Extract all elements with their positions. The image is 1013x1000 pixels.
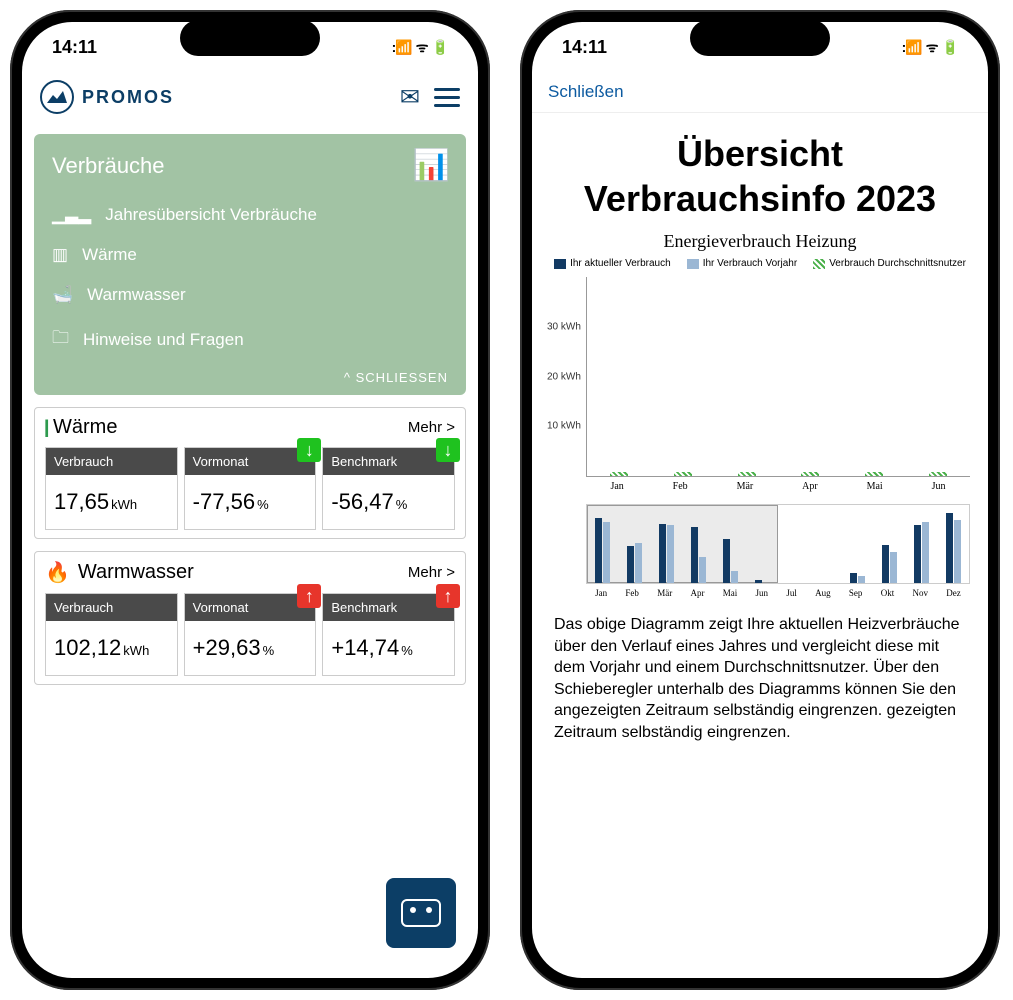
- warmwasser-title: Warmwasser: [78, 561, 194, 584]
- mail-icon[interactable]: ✉: [400, 83, 420, 112]
- nav-label: Warmwasser: [87, 285, 186, 305]
- nav-label: Jahresübersicht Verbräuche: [105, 205, 317, 225]
- status-icons: :📶 ᯤ 🔋: [902, 38, 958, 57]
- radiator-icon: ▥: [52, 245, 68, 265]
- notch: [180, 20, 320, 56]
- stat-label: Vormonat: [185, 594, 316, 621]
- page-title: Übersicht Verbrauchsinfo 2023: [532, 113, 988, 231]
- bot-icon: [401, 899, 441, 927]
- chart-description: Das obige Diagramm zeigt Ihre aktuellen …: [532, 598, 988, 760]
- screen-right: 14:11 :📶 ᯤ 🔋 Schließen Übersicht Verbrau…: [532, 22, 988, 978]
- brand-text: PROMOS: [82, 87, 174, 108]
- screen-left: 14:11 :📶 ᯤ 🔋 PROMOS ✉ Verbräuc: [22, 22, 478, 978]
- battery-icon: 🔋: [942, 39, 958, 56]
- stat-value: +14,74%: [323, 621, 454, 675]
- arrow-up-icon: ↑: [436, 584, 460, 608]
- legend-current: Ihr aktueller Verbrauch: [570, 258, 671, 269]
- stat-label: Benchmark: [323, 594, 454, 621]
- flame-icon: 🔥: [45, 560, 70, 585]
- arrow-down-icon: ↓: [297, 438, 321, 462]
- brand[interactable]: PROMOS: [40, 80, 174, 114]
- notch: [690, 20, 830, 56]
- battery-icon: 🔋: [432, 39, 448, 56]
- status-icons: :📶 ᯤ 🔋: [392, 38, 448, 57]
- close-button[interactable]: Schließen: [532, 72, 988, 113]
- app-header: PROMOS ✉: [22, 72, 478, 122]
- stat-value: 17,65kWh: [46, 475, 177, 529]
- consumption-card: Verbräuche 📊 ▁▃▂ Jahresübersicht Verbräu…: [34, 134, 466, 395]
- close-card-button[interactable]: ^ SCHLIESSEN: [52, 364, 448, 385]
- signal-icon: :📶: [392, 39, 412, 56]
- warmwasser-card: 🔥 Warmwasser Mehr > Verbrauch 102,12kWhV…: [34, 551, 466, 685]
- stat-label: Verbrauch: [46, 448, 177, 475]
- stat-label: Verbrauch: [46, 594, 177, 621]
- legend-prev: Ihr Verbrauch Vorjahr: [703, 258, 798, 269]
- menu-icon[interactable]: [434, 88, 460, 107]
- wifi-icon: ᯤ: [416, 38, 428, 57]
- stat-box: Verbrauch 17,65kWh: [45, 447, 178, 530]
- stat-box: Benchmark +14,74%↑: [322, 593, 455, 676]
- stat-value: +29,63%: [185, 621, 316, 675]
- stat-box: Vormonat +29,63%↑: [184, 593, 317, 676]
- waerme-title: Wärme: [53, 416, 117, 439]
- y-tick: 30 kWh: [547, 321, 581, 332]
- main-chart: 10 kWh20 kWh30 kWh JanFebMärAprMaiJun: [532, 277, 988, 492]
- bar-icon: ▁▃▂: [52, 205, 91, 225]
- y-tick: 20 kWh: [547, 371, 581, 382]
- phone-left: 14:11 :📶 ᯤ 🔋 PROMOS ✉ Verbräuc: [10, 10, 490, 990]
- y-tick: 10 kWh: [547, 421, 581, 432]
- nav-hints[interactable]: 🗀 Hinweise und Fragen: [52, 315, 448, 364]
- stat-box: Verbrauch 102,12kWh: [45, 593, 178, 676]
- stat-label: Benchmark: [323, 448, 454, 475]
- nav-label: Wärme: [82, 245, 137, 265]
- waerme-more-link[interactable]: Mehr >: [408, 419, 455, 436]
- status-time: 14:11: [52, 37, 97, 58]
- stat-value: 102,12kWh: [46, 621, 177, 675]
- status-time: 14:11: [562, 37, 607, 58]
- wifi-icon: ᯤ: [926, 38, 938, 57]
- brand-logo-icon: [40, 80, 74, 114]
- phone-right: 14:11 :📶 ᯤ 🔋 Schließen Übersicht Verbrau…: [520, 10, 1000, 990]
- stat-label: Vormonat: [185, 448, 316, 475]
- warmwasser-more-link[interactable]: Mehr >: [408, 564, 455, 581]
- signal-icon: :📶: [902, 39, 922, 56]
- folder-icon: 🗀: [52, 325, 69, 354]
- chart-title: Energieverbrauch Heizung: [532, 231, 988, 252]
- consumption-title: Verbräuche: [52, 153, 165, 179]
- nav-label: Hinweise und Fragen: [83, 330, 244, 350]
- nav-heating[interactable]: ▥ Wärme: [52, 235, 448, 275]
- nav-annual-overview[interactable]: ▁▃▂ Jahresübersicht Verbräuche: [52, 195, 448, 235]
- arrow-up-icon: ↑: [297, 584, 321, 608]
- nav-hotwater[interactable]: 🛁 Warmwasser: [52, 275, 448, 315]
- arrow-down-icon: ↓: [436, 438, 460, 462]
- stat-box: Vormonat -77,56%↓: [184, 447, 317, 530]
- range-slider-chart[interactable]: [586, 504, 970, 584]
- legend-avg: Verbrauch Durchschnittsnutzer: [829, 258, 966, 269]
- stat-value: -56,47%: [323, 475, 454, 529]
- stat-box: Benchmark -56,47%↓: [322, 447, 455, 530]
- chart-icon: 📊: [413, 148, 448, 183]
- waerme-card: ||||| Wärme Mehr > Verbrauch 17,65kWhVor…: [34, 407, 466, 539]
- chart-legend: Ihr aktueller Verbrauch Ihr Verbrauch Vo…: [532, 258, 988, 269]
- tub-icon: 🛁: [52, 285, 73, 305]
- mini-x-labels: JanFebMärAprMaiJunJulAugSepOktNovDez: [586, 588, 970, 598]
- stat-value: -77,56%: [185, 475, 316, 529]
- chevron-up-icon: ^: [344, 370, 351, 385]
- chatbot-button[interactable]: [386, 878, 456, 948]
